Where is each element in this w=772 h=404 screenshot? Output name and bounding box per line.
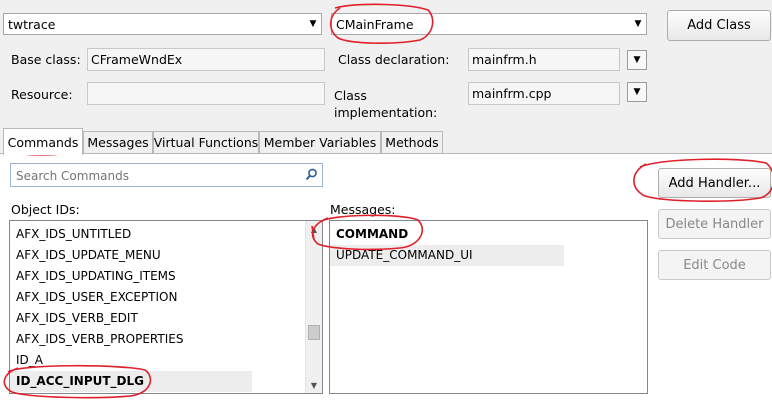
- class-implementation-label-line2: implementation:: [334, 105, 438, 120]
- class-declaration-label: Class declaration:: [338, 52, 450, 67]
- delete-handler-button[interactable]: Delete Handler: [658, 209, 771, 239]
- tab-virtual-functions[interactable]: Virtual Functions: [153, 131, 259, 153]
- object-ids-scrollbar[interactable]: ▲ ▼: [305, 221, 322, 393]
- tab-messages[interactable]: Messages: [83, 131, 153, 153]
- class-implementation-value: mainfrm.cpp: [472, 86, 552, 101]
- resource-field: [87, 82, 325, 105]
- list-item[interactable]: AFX_IDS_UPDATING_ITEMS: [16, 266, 176, 287]
- object-ids-label: Object IDs:: [11, 202, 80, 217]
- add-class-label: Add Class: [687, 18, 751, 33]
- tab-label: Commands: [7, 134, 79, 150]
- base-class-value: CFrameWndEx: [91, 52, 183, 67]
- scroll-down-icon[interactable]: ▼: [306, 377, 322, 393]
- class-implementation-dropdown-button[interactable]: ▼: [627, 82, 647, 102]
- search-input[interactable]: [14, 166, 298, 186]
- tab-label: Messages: [87, 135, 149, 150]
- list-item[interactable]: UPDATE_COMMAND_UI: [330, 245, 564, 266]
- list-item[interactable]: AFX_IDS_VERB_PROPERTIES: [16, 329, 183, 350]
- project-combo[interactable]: twtrace ▼: [3, 13, 322, 35]
- list-item[interactable]: COMMAND: [336, 224, 408, 245]
- edit-code-button[interactable]: Edit Code: [658, 250, 771, 280]
- list-item-selected[interactable]: ID_ACC_INPUT_DLG: [10, 371, 252, 392]
- scrollbar-thumb[interactable]: [308, 325, 320, 340]
- class-combo[interactable]: CMainFrame ▼: [331, 13, 647, 35]
- class-declaration-dropdown-button[interactable]: ▼: [627, 50, 647, 70]
- project-combo-value: twtrace: [8, 17, 56, 32]
- list-item[interactable]: AFX_IDS_UNTITLED: [16, 224, 131, 245]
- tab-methods[interactable]: Methods: [381, 131, 443, 153]
- add-handler-button[interactable]: Add Handler...: [658, 168, 771, 198]
- tab-commands[interactable]: Commands: [3, 128, 83, 155]
- list-item[interactable]: AFX_IDS_USER_EXCEPTION: [16, 287, 177, 308]
- messages-list[interactable]: COMMAND UPDATE_COMMAND_UI: [329, 220, 648, 394]
- list-item[interactable]: AFX_IDS_UPDATE_MENU: [16, 245, 161, 266]
- resource-label: Resource:: [11, 87, 73, 102]
- tab-label: Virtual Functions: [153, 135, 259, 150]
- scroll-up-icon[interactable]: ▲: [306, 221, 322, 237]
- class-declaration-field: mainfrm.h: [468, 48, 620, 71]
- class-implementation-label-line1: Class: [334, 88, 367, 103]
- base-class-field: CFrameWndEx: [87, 48, 325, 71]
- messages-label: Messages:: [330, 202, 396, 217]
- chevron-down-icon: ▼: [634, 19, 642, 29]
- search-icon[interactable]: [303, 167, 319, 183]
- search-box: [10, 163, 323, 187]
- delete-handler-label: Delete Handler: [665, 216, 764, 232]
- edit-code-label: Edit Code: [683, 257, 746, 273]
- base-class-label: Base class:: [11, 52, 81, 67]
- chevron-down-icon: ▼: [633, 87, 641, 97]
- class-declaration-value: mainfrm.h: [472, 52, 537, 67]
- tab-member-variables[interactable]: Member Variables: [259, 131, 381, 153]
- add-class-button[interactable]: Add Class: [667, 10, 771, 41]
- tab-label: Methods: [385, 135, 439, 150]
- tab-label: Member Variables: [263, 135, 377, 150]
- list-item[interactable]: ID_A: [16, 350, 43, 371]
- object-ids-list[interactable]: AFX_IDS_UNTITLED AFX_IDS_UPDATE_MENU AFX…: [9, 220, 323, 394]
- class-combo-value: CMainFrame: [336, 17, 414, 32]
- chevron-down-icon: ▼: [309, 19, 317, 29]
- list-item[interactable]: AFX_IDS_VERB_EDIT: [16, 308, 138, 329]
- chevron-down-icon: ▼: [633, 55, 641, 65]
- class-implementation-field: mainfrm.cpp: [468, 82, 620, 105]
- add-handler-label: Add Handler...: [668, 175, 761, 191]
